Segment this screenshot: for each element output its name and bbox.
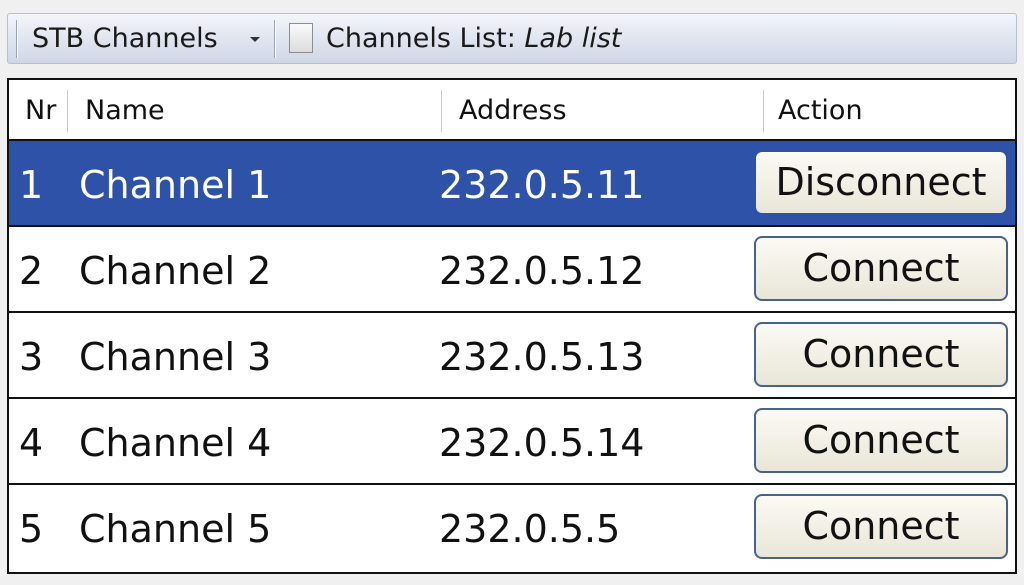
row-number: 3 [19, 335, 44, 379]
channel-address: 232.0.5.14 [439, 421, 645, 465]
connect-button[interactable]: Connect [754, 322, 1008, 387]
toolbar-separator [16, 20, 17, 58]
disconnect-button[interactable]: Disconnect [754, 150, 1008, 215]
stb-channels-menu[interactable]: STB Channels [32, 14, 218, 63]
toolbar: STB Channels Channels List: Lab list [7, 13, 1017, 64]
channel-address: 232.0.5.11 [439, 163, 645, 207]
table-header: Nr Name Address Action [9, 80, 1015, 141]
channel-name: Channel 2 [79, 249, 272, 293]
column-resize-handle[interactable] [763, 90, 764, 132]
row-number: 1 [19, 163, 44, 207]
table-row[interactable]: 3 Channel 3 232.0.5.13 Connect [9, 313, 1015, 399]
row-number: 2 [19, 249, 44, 293]
chevron-down-icon[interactable] [250, 37, 260, 42]
column-resize-handle[interactable] [441, 90, 442, 132]
channels-list-caption: Channels List: [326, 23, 516, 54]
channel-name: Channel 4 [79, 421, 272, 465]
column-header-name[interactable]: Name [85, 80, 165, 139]
table-row[interactable]: 4 Channel 4 232.0.5.14 Connect [9, 399, 1015, 485]
column-header-nr[interactable]: Nr [25, 80, 56, 139]
table-row[interactable]: 2 Channel 2 232.0.5.12 Connect [9, 227, 1015, 313]
channels-list-checkbox[interactable] [289, 23, 313, 53]
channels-table: Nr Name Address Action 1 Channel 1 232.0… [7, 78, 1017, 574]
stb-channels-menu-label: STB Channels [32, 23, 218, 54]
row-number: 4 [19, 421, 44, 465]
channel-address: 232.0.5.12 [439, 249, 645, 293]
channels-list-label: Channels List: Lab list [326, 14, 621, 63]
channel-name: Channel 1 [79, 163, 272, 207]
channel-name: Channel 3 [79, 335, 272, 379]
column-header-action[interactable]: Action [778, 80, 863, 139]
channels-list-name: Lab list [524, 23, 622, 54]
connect-button[interactable]: Connect [754, 494, 1008, 559]
row-number: 5 [19, 507, 44, 551]
channel-address: 232.0.5.5 [439, 507, 621, 551]
column-header-address[interactable]: Address [459, 80, 567, 139]
table-row[interactable]: 1 Channel 1 232.0.5.11 Disconnect [9, 141, 1015, 227]
connect-button[interactable]: Connect [754, 236, 1008, 301]
channel-name: Channel 5 [79, 507, 272, 551]
toolbar-separator [274, 20, 275, 58]
table-row[interactable]: 5 Channel 5 232.0.5.5 Connect [9, 485, 1015, 570]
column-resize-handle[interactable] [67, 90, 68, 132]
channel-address: 232.0.5.13 [439, 335, 645, 379]
connect-button[interactable]: Connect [754, 408, 1008, 473]
